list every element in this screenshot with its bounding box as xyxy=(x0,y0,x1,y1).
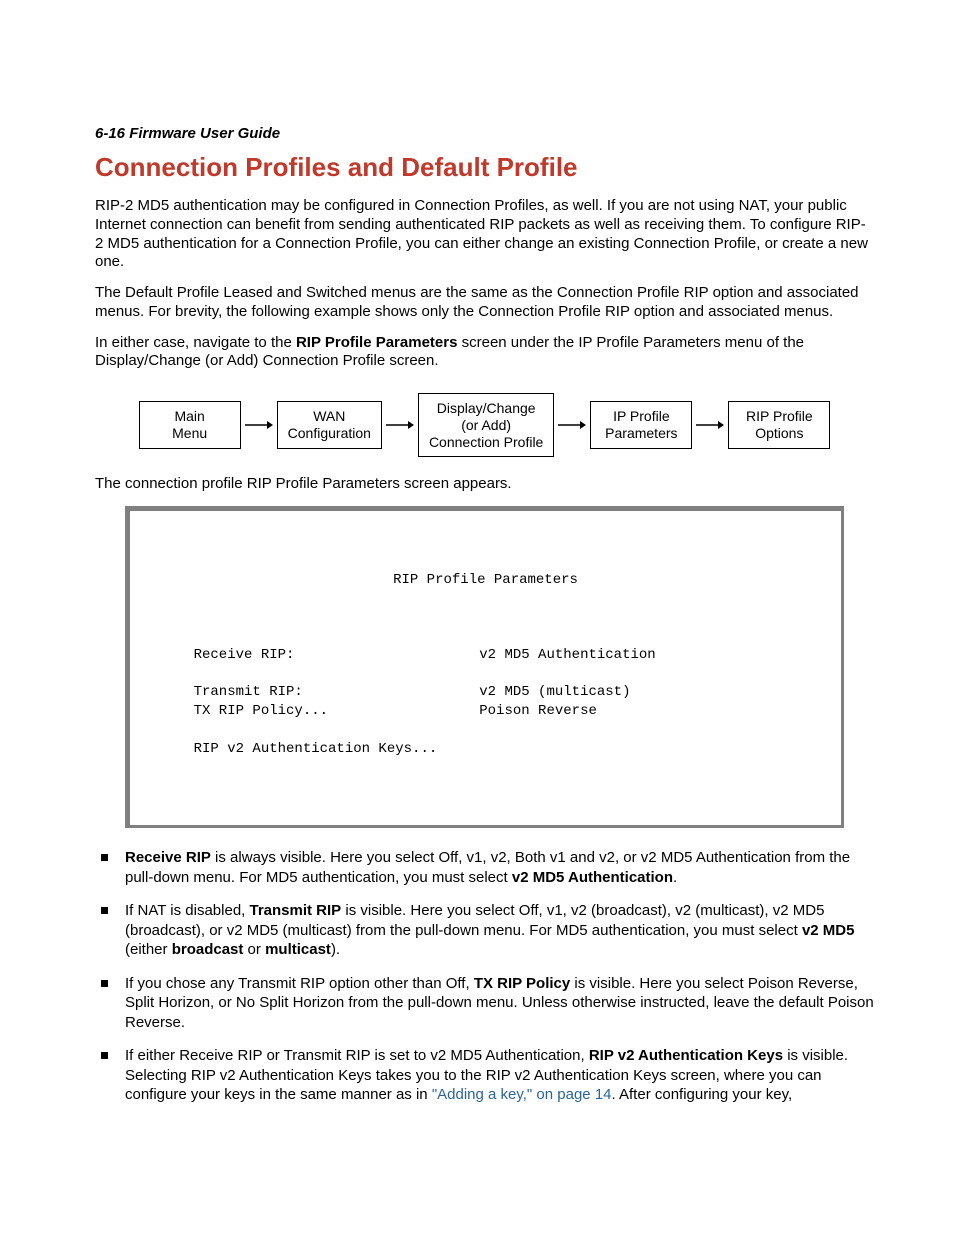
text: is always visible. Here you select Off, … xyxy=(125,849,850,886)
flow-box-main-menu: MainMenu xyxy=(139,401,241,449)
terminal-screenshot: RIP Profile Parameters Receive RIP: v2 M… xyxy=(125,506,844,828)
bullet-list: Receive RIP is always visible. Here you … xyxy=(95,848,874,1105)
terminal-title: RIP Profile Parameters xyxy=(160,571,811,590)
arrow-icon xyxy=(558,420,586,430)
terminal-screen: RIP Profile Parameters Receive RIP: v2 M… xyxy=(125,506,844,828)
emphasis: RIP v2 Authentication Keys xyxy=(589,1047,783,1064)
paragraph: The connection profile RIP Profile Param… xyxy=(95,475,874,494)
emphasis: v2 MD5 Authentication xyxy=(512,869,673,886)
section-title: Connection Profiles and Default Profile xyxy=(95,152,874,183)
text: or xyxy=(243,941,265,958)
page: 6-16 Firmware User Guide Connection Prof… xyxy=(0,0,954,1179)
flow-box-ip-profile: IP ProfileParameters xyxy=(590,401,692,449)
paragraph: RIP-2 MD5 authentication may be configur… xyxy=(95,197,874,272)
flow-box-wan-config: WANConfiguration xyxy=(277,401,382,449)
paragraph: The Default Profile Leased and Switched … xyxy=(95,284,874,322)
list-item: If either Receive RIP or Transmit RIP is… xyxy=(95,1046,874,1105)
list-item: If you chose any Transmit RIP option oth… xyxy=(95,974,874,1033)
list-item: Receive RIP is always visible. Here you … xyxy=(95,848,874,887)
emphasis: broadcast xyxy=(172,941,244,958)
emphasis: Transmit RIP xyxy=(250,902,342,919)
arrow-icon xyxy=(696,420,724,430)
text: . After configuring your key, xyxy=(612,1086,793,1103)
arrow-icon xyxy=(386,420,414,430)
text: If either Receive RIP or Transmit RIP is… xyxy=(125,1047,589,1064)
cross-reference-link[interactable]: "Adding a key," on page 14 xyxy=(432,1086,612,1103)
text: ). xyxy=(331,941,340,958)
text: (either xyxy=(125,941,172,958)
flow-box-rip-profile: RIP ProfileOptions xyxy=(728,401,830,449)
running-header: 6-16 Firmware User Guide xyxy=(95,125,874,142)
text: If NAT is disabled, xyxy=(125,902,250,919)
arrow-icon xyxy=(245,420,273,430)
flow-box-connection-profile: Display/Change(or Add)Connection Profile xyxy=(418,393,554,457)
text: If you chose any Transmit RIP option oth… xyxy=(125,975,474,992)
emphasis: TX RIP Policy xyxy=(474,975,570,992)
terminal-body: Receive RIP: v2 MD5 Authentication Trans… xyxy=(160,646,811,759)
emphasis: Receive RIP xyxy=(125,849,211,866)
text: In either case, navigate to the xyxy=(95,334,296,351)
list-item: If NAT is disabled, Transmit RIP is visi… xyxy=(95,901,874,960)
emphasis: RIP Profile Parameters xyxy=(296,334,457,351)
navigation-flow-diagram: MainMenu WANConfiguration Display/Change… xyxy=(95,393,874,457)
emphasis: v2 MD5 xyxy=(802,922,855,939)
paragraph: In either case, navigate to the RIP Prof… xyxy=(95,334,874,372)
text: . xyxy=(673,869,677,886)
emphasis: multicast xyxy=(265,941,331,958)
